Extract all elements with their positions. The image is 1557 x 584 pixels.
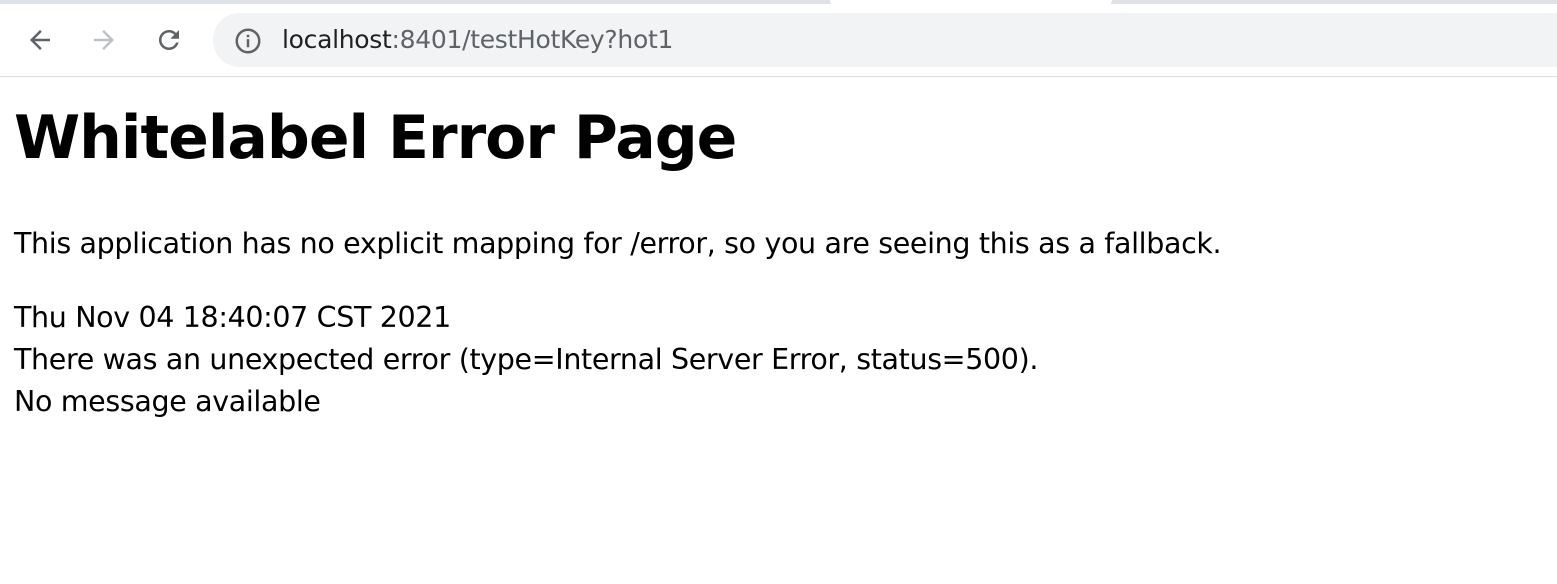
- error-message: No message available: [14, 385, 321, 418]
- reload-icon: [159, 30, 179, 50]
- url-text[interactable]: localhost:8401/testHotKey?hot1: [282, 23, 673, 57]
- error-timestamp: Thu Nov 04 18:40:07 CST 2021: [14, 301, 451, 334]
- arrow-right-icon: [94, 30, 114, 50]
- arrow-left-icon: [30, 30, 50, 50]
- error-description: This application has no explicit mapping…: [14, 227, 1222, 260]
- forward-button[interactable]: [82, 18, 126, 62]
- reload-button[interactable]: [147, 18, 191, 62]
- error-type-line: There was an unexpected error (type=Inte…: [14, 343, 1039, 376]
- error-details: Thu Nov 04 18:40:07 CST 2021 There was a…: [14, 297, 1544, 423]
- url-host: localhost: [282, 25, 392, 54]
- info-icon[interactable]: [233, 26, 263, 56]
- browser-toolbar: localhost:8401/testHotKey?hot1: [0, 4, 1557, 77]
- address-bar[interactable]: localhost:8401/testHotKey?hot1: [213, 13, 1557, 67]
- page-content: Whitelabel Error Page This application h…: [14, 77, 1544, 423]
- page-title: Whitelabel Error Page: [14, 103, 737, 173]
- url-path: :8401/testHotKey?hot1: [391, 25, 674, 54]
- back-button[interactable]: [18, 18, 62, 62]
